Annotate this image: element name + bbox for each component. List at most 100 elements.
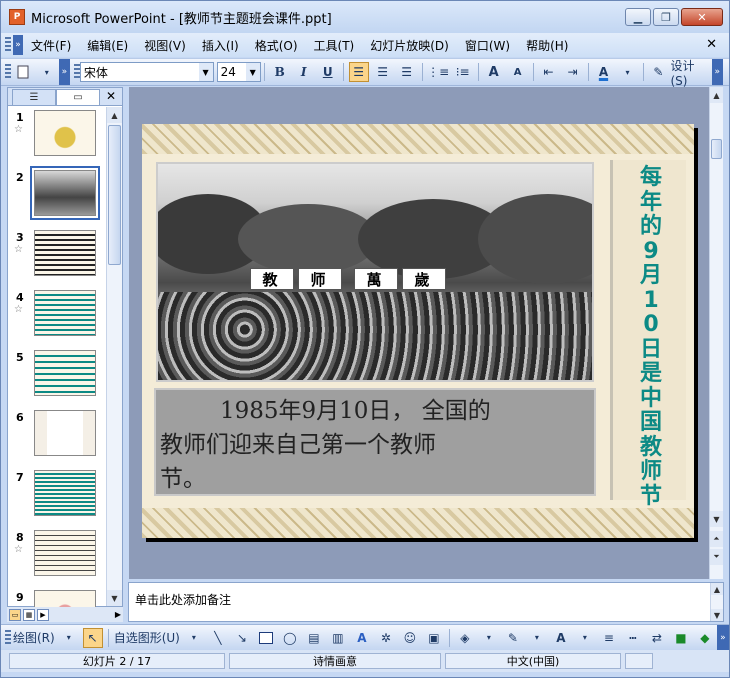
- increase-indent-icon[interactable]: ⇥: [563, 62, 583, 82]
- menu-slideshow[interactable]: 幻灯片放映(D): [362, 37, 457, 54]
- scroll-right-icon[interactable]: ▶: [115, 610, 121, 619]
- menu-file[interactable]: 文件(F): [23, 37, 79, 54]
- chevron-down-icon[interactable]: ▼: [198, 63, 213, 81]
- close-pane-button[interactable]: ✕: [106, 89, 116, 103]
- textbox-icon[interactable]: ▤: [304, 628, 324, 648]
- dash-style-icon[interactable]: ┅: [623, 628, 643, 648]
- menu-chevron-icon[interactable]: »: [13, 35, 23, 55]
- clipart-icon[interactable]: ☺: [400, 628, 420, 648]
- slide-scrollbar[interactable]: ▲ ▼ ⏶ ⏷: [709, 87, 723, 579]
- slides-scrollbar[interactable]: ▲ ▼: [106, 107, 122, 606]
- chevron-down-icon[interactable]: ▼: [245, 63, 260, 81]
- align-center-icon[interactable]: ☰: [373, 62, 393, 82]
- slide-thumb-7[interactable]: 7: [8, 467, 106, 527]
- underline-button[interactable]: U: [318, 62, 338, 82]
- arrow-style-icon[interactable]: ⇄: [647, 628, 667, 648]
- caption-textbox[interactable]: 1985年9月10日， 全国的 教师们迎来自己第一个教师 节。: [154, 388, 596, 496]
- menu-help[interactable]: 帮助(H): [518, 37, 576, 54]
- new-dropdown-icon[interactable]: ▾: [37, 62, 57, 82]
- slide-thumb-2[interactable]: 2: [8, 166, 106, 227]
- slideshow-icon[interactable]: ▶: [37, 608, 49, 621]
- chevron-down-icon[interactable]: ▾: [618, 62, 638, 82]
- select-pointer-icon[interactable]: ↖: [82, 627, 103, 648]
- next-slide-icon[interactable]: ⏷: [710, 549, 723, 565]
- align-right-icon[interactable]: ☰: [397, 62, 417, 82]
- powerpoint-app-icon[interactable]: P: [9, 9, 25, 25]
- line-color-icon[interactable]: ✎: [503, 628, 523, 648]
- picture-icon[interactable]: ▣: [424, 628, 444, 648]
- toolbar-overflow-icon[interactable]: »: [716, 624, 729, 651]
- normal-view-icon[interactable]: ▭: [9, 608, 21, 621]
- chevron-down-icon[interactable]: ▾: [184, 628, 204, 648]
- menu-format[interactable]: 格式(O): [247, 37, 306, 54]
- toolbar-options-icon[interactable]: »: [58, 59, 71, 85]
- scroll-up-icon[interactable]: ▲: [710, 87, 723, 103]
- historical-photo[interactable]: 教 师 萬 歲: [156, 162, 594, 382]
- slide-thumb-3[interactable]: 3 ☆: [8, 227, 106, 287]
- toolbar-grip[interactable]: [5, 64, 11, 80]
- autoshapes-button[interactable]: 自选图形(U): [114, 628, 180, 648]
- scroll-down-icon[interactable]: ▼: [107, 590, 122, 606]
- minimize-button[interactable]: ▁: [625, 8, 651, 26]
- vertical-textbox-icon[interactable]: ▥: [328, 628, 348, 648]
- notes-scrollbar[interactable]: ▲ ▼: [710, 583, 723, 621]
- 3d-icon[interactable]: ◆: [695, 628, 715, 648]
- bold-button[interactable]: B: [270, 62, 290, 82]
- new-document-icon[interactable]: [13, 62, 33, 82]
- oval-icon[interactable]: ◯: [280, 628, 300, 648]
- slide-thumb-1[interactable]: 1 ☆: [8, 107, 106, 167]
- design-button[interactable]: 设计(S): [670, 59, 709, 88]
- slide-canvas[interactable]: 教 师 萬 歲 1985年9月10日， 全国的 教师们迎来自己第一个教师 节。 …: [142, 124, 694, 538]
- grow-font-button[interactable]: A: [484, 62, 504, 82]
- draw-menu-button[interactable]: 绘图(R): [13, 628, 55, 648]
- slide-thumb-4[interactable]: 4 ☆: [8, 287, 106, 347]
- arrow-icon[interactable]: ↘: [232, 628, 252, 648]
- diagram-icon[interactable]: ✲: [376, 628, 396, 648]
- italic-button[interactable]: I: [294, 62, 314, 82]
- rectangle-icon[interactable]: [256, 628, 276, 648]
- line-icon[interactable]: ╲: [208, 628, 228, 648]
- slide-sorter-icon[interactable]: ▦: [23, 608, 35, 621]
- chevron-down-icon[interactable]: ▾: [527, 628, 547, 648]
- wordart-icon[interactable]: A: [352, 628, 372, 648]
- menu-window[interactable]: 窗口(W): [457, 37, 518, 54]
- menu-grip[interactable]: [5, 37, 11, 53]
- scroll-down-icon[interactable]: ▼: [710, 511, 723, 527]
- font-size-combo[interactable]: 24 ▼: [216, 62, 261, 82]
- slide-thumb-9[interactable]: 9: [8, 587, 106, 607]
- close-window-button[interactable]: ✕: [681, 8, 723, 26]
- slide-thumb-8[interactable]: 8 ☆: [8, 527, 106, 587]
- font-color-icon[interactable]: A: [551, 628, 571, 648]
- tab-outline[interactable]: ☰: [12, 89, 56, 105]
- chevron-down-icon[interactable]: ▾: [479, 628, 499, 648]
- close-document-button[interactable]: ✕: [706, 37, 717, 52]
- align-left-icon[interactable]: ☰: [348, 62, 369, 82]
- toolbar-overflow-icon[interactable]: »: [711, 59, 723, 85]
- slide-thumb-6[interactable]: 6: [8, 407, 106, 467]
- slide-thumb-5[interactable]: 5: [8, 347, 106, 407]
- menu-view[interactable]: 视图(V): [136, 37, 194, 54]
- previous-slide-icon[interactable]: ⏶: [710, 531, 723, 547]
- fill-color-icon[interactable]: ◈: [455, 628, 475, 648]
- bullets-icon[interactable]: ⁝≡: [453, 62, 473, 82]
- restore-button[interactable]: ❐: [653, 8, 679, 26]
- tab-slides[interactable]: ▭: [56, 89, 100, 105]
- shadow-icon[interactable]: ■: [671, 628, 691, 648]
- scroll-up-icon[interactable]: ▲: [711, 583, 723, 595]
- font-name-combo[interactable]: 宋体 ▼: [79, 62, 214, 82]
- design-icon[interactable]: ✎: [648, 62, 668, 82]
- decrease-indent-icon[interactable]: ⇤: [539, 62, 559, 82]
- shrink-font-button[interactable]: A: [508, 62, 528, 82]
- vertical-title-box[interactable]: 每 年 的 9 月 1 0 日 是 中 国 教 师 节: [610, 160, 686, 508]
- notes-pane[interactable]: 单击此处添加备注: [128, 582, 724, 622]
- menu-tools[interactable]: 工具(T): [306, 37, 363, 54]
- line-style-icon[interactable]: ≡: [599, 628, 619, 648]
- chevron-down-icon[interactable]: ▾: [575, 628, 595, 648]
- menu-insert[interactable]: 插入(I): [194, 37, 247, 54]
- menu-edit[interactable]: 编辑(E): [79, 37, 136, 54]
- font-color-button[interactable]: A: [594, 62, 614, 82]
- scroll-down-icon[interactable]: ▼: [711, 609, 723, 621]
- scroll-thumb[interactable]: [711, 139, 722, 159]
- scroll-thumb[interactable]: [108, 125, 121, 265]
- toolbar-grip[interactable]: [5, 629, 11, 646]
